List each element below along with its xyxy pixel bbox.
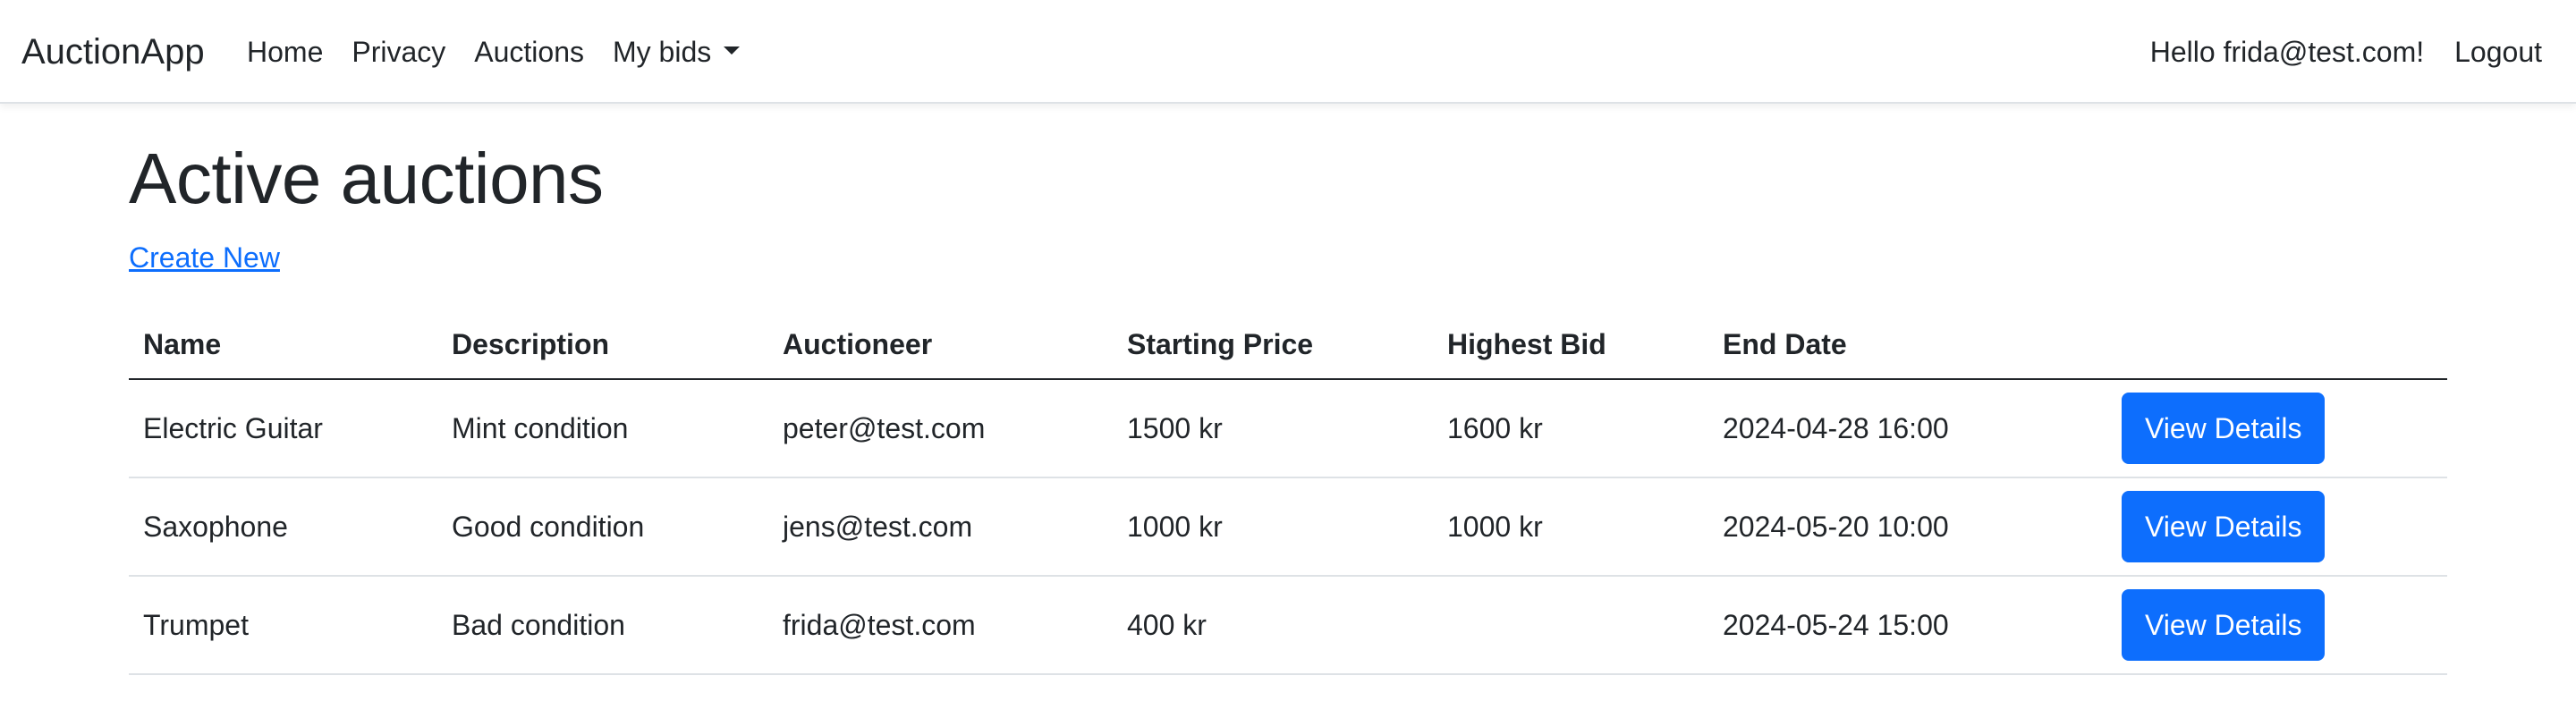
view-details-button[interactable]: View Details — [2122, 491, 2326, 562]
header-end-date: End Date — [1708, 311, 2107, 380]
cell-starting-price: 1000 kr — [1113, 477, 1433, 577]
cell-auctioneer: peter@test.com — [768, 379, 1113, 478]
logout-link[interactable]: Logout — [2454, 27, 2542, 77]
cell-end-date: 2024-05-20 10:00 — [1708, 477, 2107, 577]
cell-highest-bid: 1000 kr — [1433, 477, 1708, 577]
view-details-button[interactable]: View Details — [2122, 393, 2326, 464]
nav-auctions-link[interactable]: Auctions — [474, 27, 584, 77]
caret-down-icon — [724, 46, 741, 55]
cell-end-date: 2024-04-28 16:00 — [1708, 379, 2107, 478]
page-title: Active auctions — [129, 139, 604, 218]
cell-actions: View Details — [2107, 379, 2447, 478]
header-name: Name — [129, 311, 437, 380]
cell-description: Good condition — [437, 477, 768, 577]
header-highest-bid: Highest Bid — [1433, 311, 1708, 380]
cell-auctioneer: frida@test.com — [768, 576, 1113, 675]
cell-name: Trumpet — [129, 576, 437, 675]
cell-auctioneer: jens@test.com — [768, 477, 1113, 577]
cell-actions: View Details — [2107, 576, 2447, 675]
my-bids-label: My bids — [613, 36, 712, 68]
cell-name: Electric Guitar — [129, 379, 437, 478]
user-area: Hello frida@test.com! Logout — [2150, 27, 2542, 77]
table-row: Electric Guitar Mint condition peter@tes… — [129, 379, 2447, 478]
cell-end-date: 2024-05-24 15:00 — [1708, 576, 2107, 675]
cell-description: Bad condition — [437, 576, 768, 675]
cell-name: Saxophone — [129, 477, 437, 577]
header-actions — [2107, 311, 2447, 380]
header-auctioneer: Auctioneer — [768, 311, 1113, 380]
auctions-table: Name Description Auctioneer Starting Pri… — [129, 311, 2447, 675]
header-description: Description — [437, 311, 768, 380]
cell-highest-bid — [1433, 576, 1708, 675]
cell-actions: View Details — [2107, 477, 2447, 577]
cell-starting-price: 1500 kr — [1113, 379, 1433, 478]
user-greeting: Hello frida@test.com! — [2149, 36, 2425, 68]
nav-privacy-link[interactable]: Privacy — [352, 27, 445, 77]
cell-starting-price: 400 kr — [1113, 576, 1433, 675]
view-details-button[interactable]: View Details — [2122, 589, 2326, 661]
header-starting-price: Starting Price — [1113, 311, 1433, 380]
table-header-row: Name Description Auctioneer Starting Pri… — [129, 311, 2447, 380]
nav-links: Home Privacy Auctions My bids — [247, 27, 768, 77]
table-row: Trumpet Bad condition frida@test.com 400… — [129, 576, 2447, 675]
table-row: Saxophone Good condition jens@test.com 1… — [129, 477, 2447, 577]
nav-home-link[interactable]: Home — [247, 27, 323, 77]
my-bids-dropdown[interactable]: My bids — [613, 27, 741, 77]
brand-link[interactable]: AuctionApp — [21, 27, 205, 77]
cell-highest-bid: 1600 kr — [1433, 379, 1708, 478]
create-new-link[interactable]: Create New — [129, 238, 280, 277]
cell-description: Mint condition — [437, 379, 768, 478]
top-navbar: AuctionApp Home Privacy Auctions My bids… — [0, 0, 2576, 104]
